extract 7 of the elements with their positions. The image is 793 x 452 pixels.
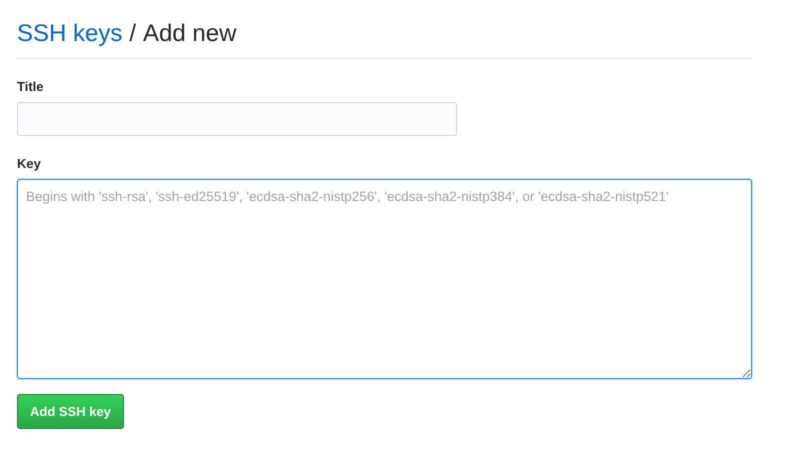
title-input-field[interactable] — [17, 102, 457, 136]
field-label: Key — [17, 156, 42, 171]
breadcrumb-separator: / — [129, 20, 136, 48]
field-label: Title — [17, 79, 44, 94]
page-title: Add new — [143, 20, 236, 48]
key-text-area[interactable]: Begins with 'ssh-rsa', 'ssh-ed25519', 'ecdsa-sha2-nistp256', 'ecdsa-sha2-nistp384', or 'ecdsa-sha2-nistp521' — [17, 179, 752, 379]
ssh-keys-link[interactable]: SSH keys — [17, 20, 122, 48]
